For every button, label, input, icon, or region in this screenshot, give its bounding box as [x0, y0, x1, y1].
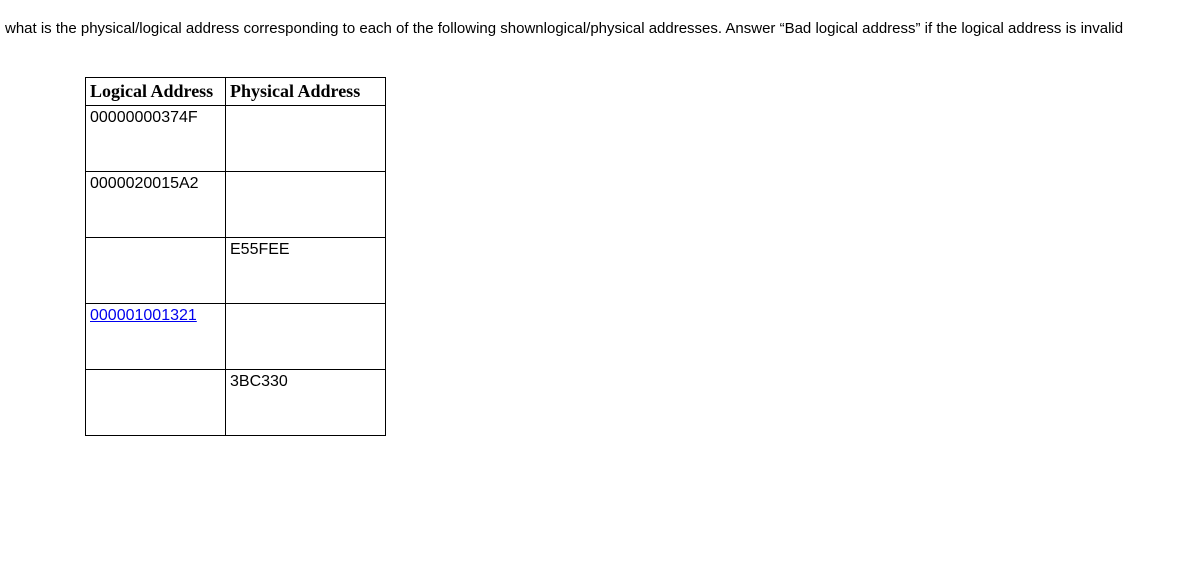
- question-text: what is the physical/logical address cor…: [5, 20, 1195, 37]
- cell-logical: 000001001321: [86, 304, 226, 370]
- cell-physical: [226, 172, 386, 238]
- table-row: 3BC330: [86, 370, 386, 436]
- table-row: 0000020015A2: [86, 172, 386, 238]
- address-table-container: Logical Address Physical Address 0000000…: [85, 77, 1195, 436]
- cell-physical: [226, 304, 386, 370]
- header-logical: Logical Address: [86, 78, 226, 106]
- table-row: 00000000374F: [86, 106, 386, 172]
- table-row: E55FEE: [86, 238, 386, 304]
- cell-physical: 3BC330: [226, 370, 386, 436]
- address-table: Logical Address Physical Address 0000000…: [85, 77, 386, 436]
- cell-logical: [86, 370, 226, 436]
- cell-logical-link[interactable]: 000001001321: [90, 307, 197, 324]
- cell-logical: 00000000374F: [86, 106, 226, 172]
- cell-logical: 0000020015A2: [86, 172, 226, 238]
- cell-physical: E55FEE: [226, 238, 386, 304]
- table-row: 000001001321: [86, 304, 386, 370]
- cell-logical: [86, 238, 226, 304]
- cell-physical: [226, 106, 386, 172]
- header-physical: Physical Address: [226, 78, 386, 106]
